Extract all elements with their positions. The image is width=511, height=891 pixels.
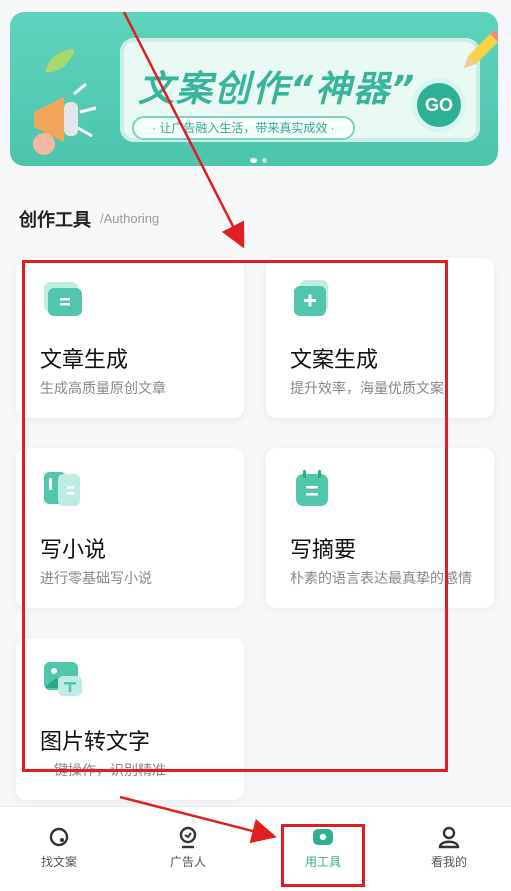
megaphone-icon bbox=[33, 82, 97, 155]
nav-label: 找文案 bbox=[40, 855, 77, 869]
banner-title: 文案创作“神器” bbox=[138, 69, 417, 110]
nav-label: 看我的 bbox=[430, 855, 467, 869]
search-icon bbox=[49, 827, 69, 847]
tool-title: 写摘要 bbox=[290, 537, 357, 562]
carousel-dot bbox=[250, 158, 257, 163]
notepad-icon bbox=[296, 470, 328, 506]
tool-title: 图片转文字 bbox=[40, 729, 151, 754]
advertiser-icon bbox=[179, 826, 197, 849]
bottom-navigation: 找文案 广告人 用工具 看我的 bbox=[0, 806, 511, 891]
tool-description: 朴素的语言表达最真挚的感情 bbox=[290, 570, 472, 586]
tool-title: 写小说 bbox=[40, 537, 107, 562]
nav-item-advertiser[interactable]: 广告人 bbox=[148, 825, 228, 870]
tool-description: 生成高质量原创文章 bbox=[40, 380, 166, 396]
book-icon bbox=[44, 472, 80, 506]
promo-banner[interactable]: 文案创作“神器” · 让广告融入生活，带来真实成效 · GO bbox=[10, 12, 498, 166]
nav-label: 用工具 bbox=[304, 855, 341, 869]
tool-title: 文章生成 bbox=[40, 347, 129, 372]
tool-description: 提升效率，海量优质文案 bbox=[290, 380, 444, 396]
banner-slogan: · 让广告融入生活，带来真实成效 · bbox=[132, 116, 355, 140]
nav-item-profile[interactable]: 看我的 bbox=[409, 825, 489, 870]
carousel-indicator bbox=[250, 158, 267, 163]
user-icon bbox=[438, 826, 460, 849]
image-text-icon bbox=[44, 662, 82, 696]
tool-card-article[interactable]: 文章生成 生成高质量原创文章 bbox=[16, 258, 244, 418]
tools-icon bbox=[313, 829, 333, 845]
tool-description: 一键操作，识别精准 bbox=[40, 762, 166, 778]
tool-card-copywriting[interactable]: 文案生成 提升效率，海量优质文案 bbox=[266, 258, 494, 418]
tool-card-summary[interactable]: 写摘要 朴素的语言表达最真挚的感情 bbox=[266, 448, 494, 608]
section-title: 创作工具 bbox=[19, 210, 91, 230]
folder-icon bbox=[44, 282, 82, 316]
nav-label: 广告人 bbox=[169, 855, 206, 869]
pencil-icon bbox=[464, 30, 498, 68]
leaf-icon bbox=[45, 49, 75, 73]
nav-item-find-copy[interactable]: 找文案 bbox=[19, 825, 99, 870]
carousel-dot bbox=[262, 158, 267, 163]
nav-item-tools[interactable]: 用工具 bbox=[283, 825, 363, 870]
go-button[interactable]: GO bbox=[412, 78, 466, 132]
tool-title: 文案生成 bbox=[290, 347, 379, 372]
section-subtitle: /Authoring bbox=[100, 211, 160, 226]
tool-description: 进行零基础写小说 bbox=[40, 570, 152, 586]
tool-card-novel[interactable]: 写小说 进行零基础写小说 bbox=[16, 448, 244, 608]
add-document-icon bbox=[294, 280, 328, 316]
tool-card-image-to-text[interactable]: 图片转文字 一键操作，识别精准 bbox=[16, 638, 244, 800]
